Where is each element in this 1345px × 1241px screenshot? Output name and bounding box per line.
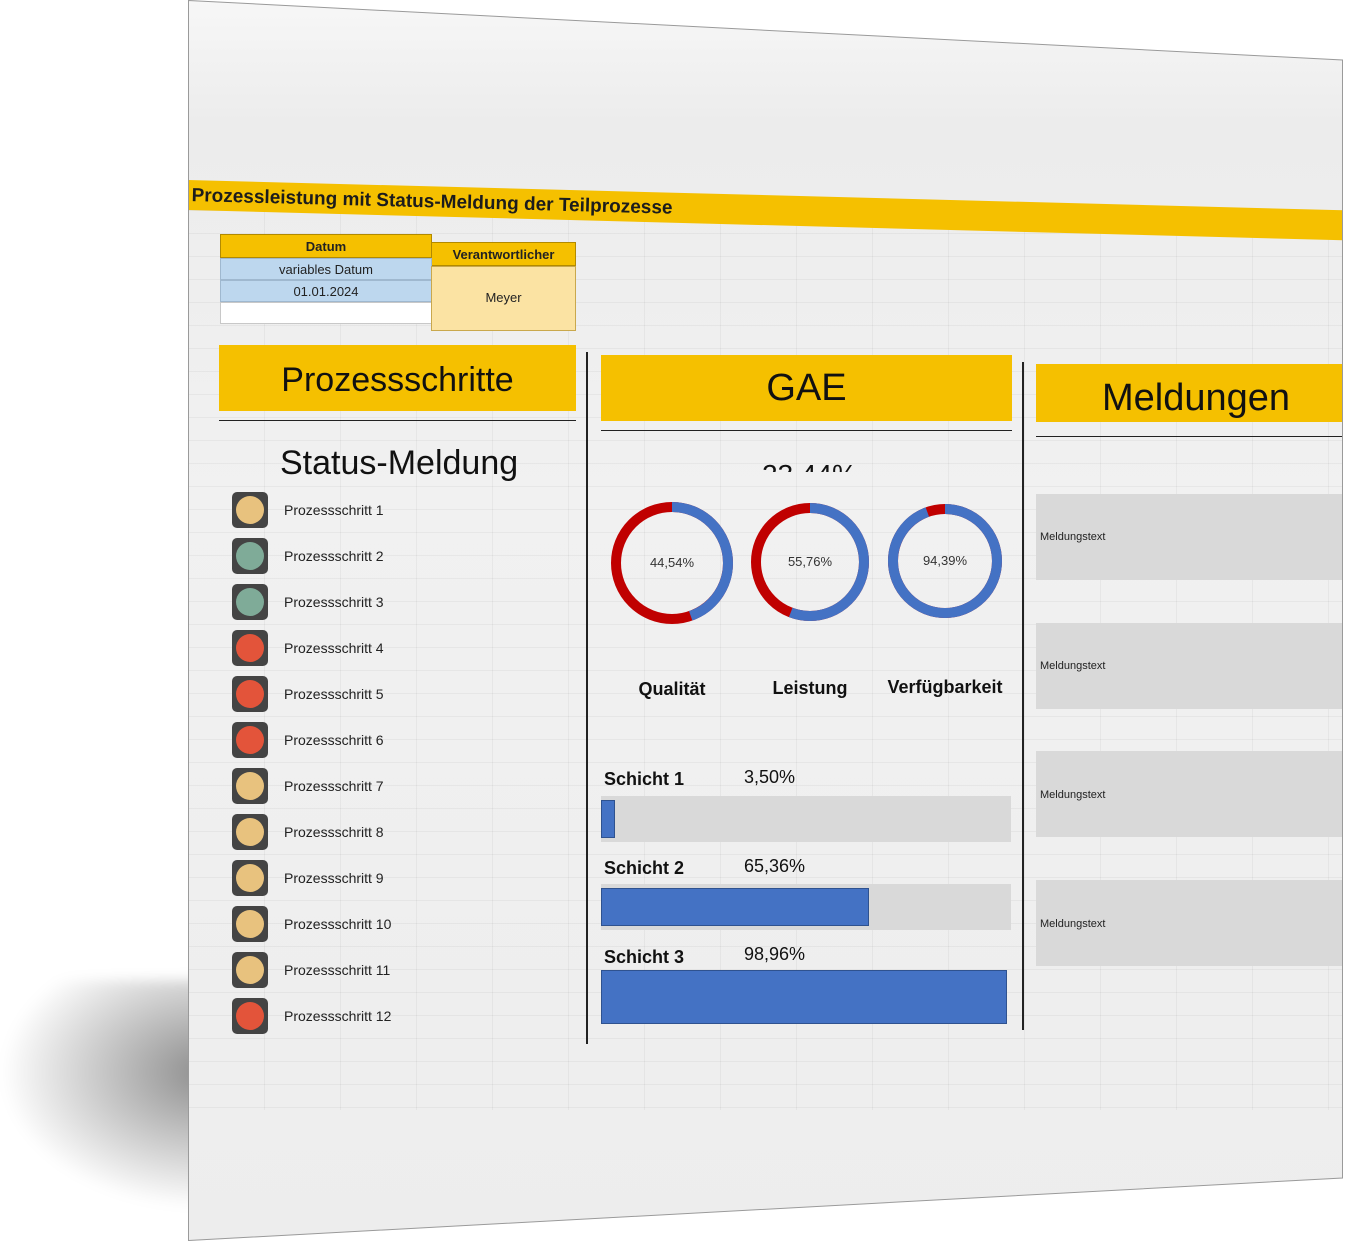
message-box-1[interactable]: Meldungstext [1036, 494, 1343, 580]
empty-cell[interactable] [220, 302, 432, 324]
spreadsheet-sheet: Prozessleistung mit Status-Meldung der T… [188, 0, 1343, 1241]
metric-label-qualitaet: Qualität [638, 679, 706, 699]
message-box-4[interactable]: Meldungstext [1036, 880, 1343, 966]
donut-value-label: 94,39% [923, 553, 968, 568]
status-title: Status-Meldung [280, 444, 519, 482]
shift-bar-fill-3 [601, 970, 1007, 1024]
status-dot [236, 680, 264, 708]
traffic-light-icon [232, 676, 268, 712]
shift-bar-fill-1 [601, 800, 615, 838]
shift-bar-2 [601, 884, 1011, 930]
traffic-light-icon [232, 722, 268, 758]
traffic-light-icon [232, 952, 268, 988]
column-divider-right [1022, 362, 1024, 1030]
status-dot [236, 542, 264, 570]
gae-section-header: GAE [601, 355, 1012, 421]
status-step-label: Prozessschritt 12 [284, 1008, 392, 1024]
leistung-donut: 55,76% [751, 503, 869, 621]
metric-label-leistung: Leistung [772, 678, 848, 698]
date-label-cell[interactable]: variables Datum [220, 258, 432, 280]
status-dot [236, 956, 264, 984]
status-dot [236, 496, 264, 524]
donut-value-label: 44,54% [650, 555, 695, 570]
messages-rule [1036, 436, 1343, 437]
shift-label-2: Schicht 2 [604, 858, 685, 878]
shift-value-1: 3,50% [744, 767, 796, 787]
verfuegbarkeit-donut: 94,39% [888, 504, 1002, 618]
messages-section-header: Meldungen [1036, 364, 1343, 422]
status-step-label: Prozessschritt 10 [284, 916, 392, 932]
traffic-light-icon [232, 768, 268, 804]
status-step-label: Prozessschritt 7 [284, 778, 384, 794]
metric-label-verfuegbarkeit: Verfügbarkeit [887, 677, 1003, 697]
date-header: Datum [220, 234, 432, 258]
status-step-label: Prozessschritt 6 [284, 732, 384, 748]
status-step-label: Prozessschritt 4 [284, 640, 384, 656]
date-value-cell[interactable]: 01.01.2024 [220, 280, 432, 302]
status-step-label: Prozessschritt 2 [284, 548, 384, 564]
status-step-label: Prozessschritt 8 [284, 824, 384, 840]
responsible-header: Verantwortlicher [431, 242, 576, 266]
status-dot [236, 910, 264, 938]
shift-value-3: 98,96% [744, 944, 806, 964]
traffic-light-icon [232, 998, 268, 1034]
status-dot [236, 726, 264, 754]
message-text: Meldungstext [1040, 531, 1106, 543]
message-text: Meldungstext [1040, 789, 1106, 801]
traffic-light-icon [232, 492, 268, 528]
status-dot [236, 818, 264, 846]
gae-rule [601, 430, 1012, 431]
shift-label-3: Schicht 3 [604, 947, 685, 967]
status-step-label: Prozessschritt 3 [284, 594, 384, 610]
status-dot [236, 588, 264, 616]
status-step-label: Prozessschritt 1 [284, 502, 384, 518]
gae-value: 23,44% [762, 452, 862, 472]
status-step-label: Prozessschritt 5 [284, 686, 384, 702]
traffic-light-icon [232, 906, 268, 942]
shift-bar-1 [601, 796, 1011, 842]
message-text: Meldungstext [1040, 660, 1106, 672]
traffic-light-icon [232, 814, 268, 850]
message-text: Meldungstext [1040, 918, 1106, 930]
status-dot [236, 634, 264, 662]
shift-label-1: Schicht 1 [604, 769, 685, 789]
shift-bar-fill-2 [601, 888, 869, 926]
message-box-3[interactable]: Meldungstext [1036, 751, 1343, 837]
steps-rule [219, 420, 576, 421]
message-box-2[interactable]: Meldungstext [1036, 623, 1343, 709]
traffic-light-icon [232, 630, 268, 666]
steps-section-header: Prozessschritte [219, 345, 576, 411]
responsible-value-cell[interactable]: Meyer [431, 266, 576, 331]
status-step-label: Prozessschritt 9 [284, 870, 384, 886]
traffic-light-icon [232, 860, 268, 896]
donut-value-label: 55,76% [788, 554, 833, 569]
shift-bar-3 [601, 970, 1011, 1024]
column-divider-left [586, 352, 588, 1044]
status-step-label: Prozessschritt 11 [284, 962, 391, 978]
status-dot [236, 772, 264, 800]
traffic-light-icon [232, 584, 268, 620]
shift-value-2: 65,36% [744, 856, 806, 876]
status-dot [236, 1002, 264, 1030]
traffic-light-icon [232, 538, 268, 574]
status-dot [236, 864, 264, 892]
qualitaet-donut: 44,54% [611, 502, 733, 624]
